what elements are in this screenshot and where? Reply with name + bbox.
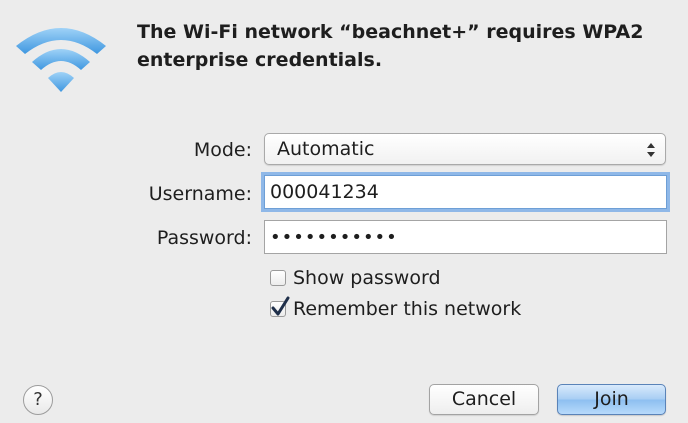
username-value: 000041234 xyxy=(270,181,379,203)
username-field[interactable]: 000041234 xyxy=(264,175,667,209)
show-password-option[interactable]: Show password xyxy=(270,265,441,291)
remember-network-label: Remember this network xyxy=(293,298,522,320)
mode-label: Mode: xyxy=(193,139,252,161)
mode-selected-value: Automatic xyxy=(277,138,375,160)
dialog-title: The Wi-Fi network “beachnet+” requires W… xyxy=(137,21,644,71)
up-down-arrows-icon xyxy=(646,139,656,159)
question-mark-icon: ? xyxy=(33,389,43,410)
mode-popup[interactable]: Automatic xyxy=(264,133,666,165)
show-password-checkbox[interactable] xyxy=(270,270,286,286)
checkmark-icon xyxy=(271,296,290,316)
password-field[interactable]: ••••••••••• xyxy=(264,220,667,254)
username-label: Username: xyxy=(148,183,252,205)
wifi-icon xyxy=(12,22,110,94)
cancel-button[interactable]: Cancel xyxy=(429,384,539,415)
remember-network-checkbox[interactable] xyxy=(270,296,290,317)
show-password-label: Show password xyxy=(293,267,441,289)
join-button[interactable]: Join xyxy=(557,384,666,415)
password-masked-value: ••••••••••• xyxy=(270,227,398,248)
help-button[interactable]: ? xyxy=(23,385,53,415)
wifi-credentials-dialog: The Wi-Fi network “beachnet+” requires W… xyxy=(0,0,688,423)
remember-network-option[interactable]: Remember this network xyxy=(270,296,521,322)
password-label: Password: xyxy=(156,227,252,249)
